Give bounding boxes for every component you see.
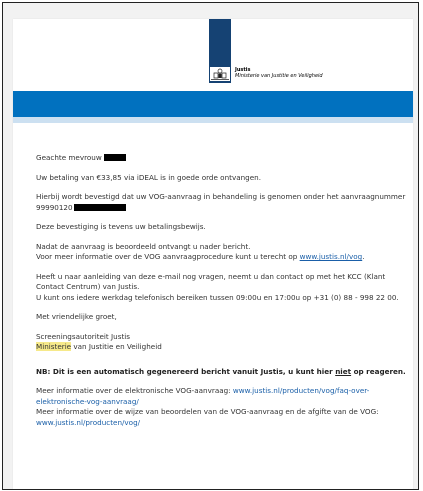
signature: Screeningsautoriteit Justis Ministerie v… (36, 331, 162, 351)
kcc-paragraph: Heeft u naar aanleiding van deze e-mail … (36, 271, 399, 302)
more-info: Meer informatie over de elektronische VO… (36, 386, 379, 427)
email-content: Geachte mevrouw Uw betaling van €33,85 v… (36, 153, 406, 437)
confirmation-line: Hierbij wordt bevestigd dat uw VOG-aanvr… (36, 192, 406, 212)
vog-link[interactable]: www.justis.nl/vog (300, 252, 363, 261)
notify-paragraph: Nadat de aanvraag is beoordeeld ontvangt… (36, 241, 365, 262)
highlighted-word: Ministerie (36, 342, 72, 351)
closing-line: Met vriendelijke groet, (36, 312, 117, 321)
blue-banner (13, 91, 413, 117)
email-window: Justis Ministerie van Justitie en Veilig… (2, 2, 419, 490)
email-header: Justis Ministerie van Justitie en Veilig… (13, 19, 413, 91)
vog-product-link[interactable]: www.justis.nl/producten/vog/ (36, 418, 140, 427)
org-subtitle: Ministerie van Justitie en Veiligheid (235, 73, 323, 79)
redacted-number (73, 203, 126, 211)
dutch-government-crest-icon (210, 67, 230, 81)
auto-message-notice: NB: Dit is een automatisch gegenereerd b… (36, 366, 406, 376)
payment-line: Uw betaling van €33,85 via iDEAL is in g… (36, 172, 261, 182)
greeting-line: Geachte mevrouw (36, 153, 406, 164)
light-blue-strip (13, 117, 413, 123)
receipt-line: Deze bevestiging is tevens uw betalingsb… (36, 222, 206, 231)
email-body-card: Justis Ministerie van Justitie en Veilig… (13, 19, 413, 489)
organisation-name: Justis Ministerie van Justitie en Veilig… (235, 67, 323, 79)
redacted-name (103, 154, 126, 161)
